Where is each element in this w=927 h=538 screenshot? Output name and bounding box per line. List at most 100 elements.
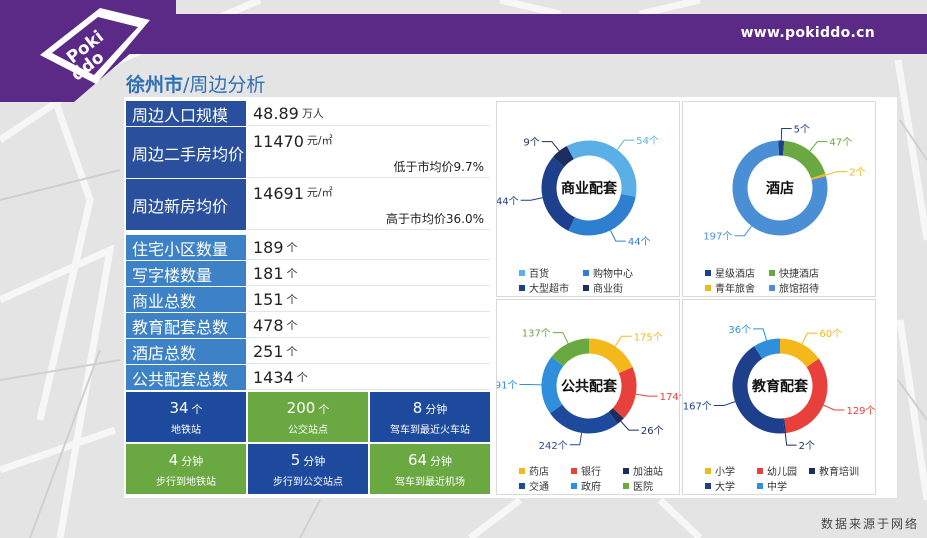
- donut-slice: [779, 338, 819, 368]
- tile-caption: 公交站点: [288, 424, 328, 436]
- leader-line: [713, 401, 736, 407]
- second-hand-label: 周边二手房均价: [126, 127, 246, 178]
- population-value: 48.89 万人: [247, 101, 490, 126]
- legend-label: 星级酒店: [715, 269, 755, 280]
- population-label: 周边人口规模: [126, 101, 246, 126]
- tile-unit: 分钟: [430, 454, 453, 468]
- data-label: 191个: [497, 380, 518, 392]
- row-label: 酒店总数: [126, 339, 246, 364]
- legend-swatch: [705, 467, 711, 474]
- legend-label: 药店: [529, 467, 549, 478]
- leader-line: [609, 230, 626, 242]
- row-number: 251: [253, 341, 284, 361]
- leader-line: [801, 332, 818, 345]
- legend-swatch: [757, 467, 763, 474]
- legend-swatch: [705, 482, 711, 489]
- legend-label: 大学: [715, 482, 735, 493]
- leader-line: [809, 141, 828, 152]
- legend-item: 购物中心: [583, 265, 633, 280]
- tile-bus-stop-count: 200 个 公交站点: [248, 392, 368, 442]
- legend-item: 中学: [757, 478, 787, 493]
- tile-number: 5: [290, 450, 301, 469]
- row-unit: 个: [296, 371, 308, 384]
- legend-item: 银行: [571, 463, 601, 478]
- data-label: 2个: [799, 440, 815, 452]
- leader-line: [753, 328, 768, 341]
- legend-item: 加油站: [623, 463, 663, 478]
- tile-unit: 分钟: [303, 454, 326, 468]
- tile-caption: 驾车到最近火车站: [390, 424, 470, 436]
- legend-swatch: [519, 284, 525, 291]
- new-house-label: 周边新房均价: [126, 179, 246, 230]
- data-source-note: 数据来源于网络: [820, 517, 919, 531]
- data-label: 26个: [641, 425, 664, 437]
- row-value: 181 个: [247, 261, 490, 286]
- legend-label: 银行: [581, 467, 601, 478]
- tile-metro-count: 34 个 地铁站: [126, 392, 246, 442]
- legend-swatch: [769, 284, 775, 291]
- tile-walk-bus: 5 分钟 步行到公交站点: [248, 444, 368, 494]
- new-house-note: 高于市均价36.0%: [385, 212, 484, 226]
- leader-line: [734, 225, 752, 237]
- donut-slice: [608, 408, 624, 424]
- data-label: 174个: [660, 391, 681, 403]
- chart-title: 教育配套: [752, 378, 808, 395]
- tile-unit: 分钟: [425, 402, 448, 416]
- legend-item: 政府: [571, 478, 601, 493]
- row-number: 1434: [253, 367, 294, 387]
- donut-slice: [754, 338, 781, 359]
- legend-item: 医院: [623, 478, 653, 493]
- legend-item: 幼儿园: [757, 463, 797, 478]
- chart-title: 公共配套: [561, 378, 617, 395]
- legend-item: 大型超市: [519, 280, 569, 295]
- legend-item: 星级酒店: [705, 265, 755, 280]
- data-label: 9个: [523, 137, 539, 149]
- site-url[interactable]: www.pokiddo.cn: [741, 25, 875, 41]
- data-label: 60个: [819, 328, 842, 340]
- legend-swatch: [571, 467, 577, 474]
- legend-item: 交通: [519, 478, 549, 493]
- legend-item: 旅馆招待: [769, 280, 819, 295]
- legend-label: 商业街: [593, 284, 623, 295]
- tile-caption: 驾车到最近机场: [395, 476, 465, 488]
- row-unit: 个: [286, 345, 298, 358]
- tile-number: 200: [286, 398, 316, 417]
- legend-label: 中学: [767, 482, 787, 493]
- tile-number: 4: [168, 450, 179, 469]
- second-hand-note: 低于市均价9.7%: [393, 160, 485, 174]
- legend-label: 小学: [715, 467, 735, 478]
- data-label: 167个: [683, 401, 712, 413]
- tile-unit: 个: [191, 402, 203, 416]
- leader-line: [616, 139, 635, 151]
- title-city: 徐州市: [126, 74, 184, 96]
- row-label: 教育配套总数: [126, 313, 246, 338]
- row-value: 1434 个: [247, 365, 490, 390]
- tile-unit: 分钟: [181, 454, 204, 468]
- title-sub: 周边分析: [189, 74, 266, 96]
- tile-drive-train: 8 分钟 驾车到最近火车站: [370, 392, 490, 442]
- row-number: 151: [253, 289, 284, 309]
- new-house-number: 14691: [253, 184, 304, 203]
- legend-item: 小学: [705, 463, 735, 478]
- donut-slice: [550, 404, 618, 434]
- donut-slice: [782, 140, 826, 179]
- leader-line: [780, 128, 792, 141]
- legend-item: 百货: [519, 265, 549, 280]
- row-unit: 个: [286, 267, 298, 280]
- data-label: 197个: [703, 231, 732, 243]
- chart-title: 商业配套: [561, 180, 617, 197]
- legend-swatch: [705, 284, 711, 291]
- donut-slice: [541, 356, 564, 414]
- legend-label: 百货: [529, 269, 549, 280]
- page-title: 徐州市/周边分析: [126, 70, 265, 97]
- row-label: 公共配套总数: [126, 365, 246, 390]
- tile-caption: 步行到公交站点: [273, 476, 343, 488]
- population-unit: 万人: [301, 107, 324, 120]
- row-value: 189 个: [247, 235, 490, 260]
- legend-swatch: [583, 284, 589, 291]
- legend-label: 医院: [633, 482, 653, 493]
- donut-slice: [810, 173, 826, 180]
- legend-label: 教育培训: [819, 467, 859, 478]
- legend-label: 大型超市: [529, 284, 569, 295]
- legend-item: 教育培训: [809, 463, 859, 478]
